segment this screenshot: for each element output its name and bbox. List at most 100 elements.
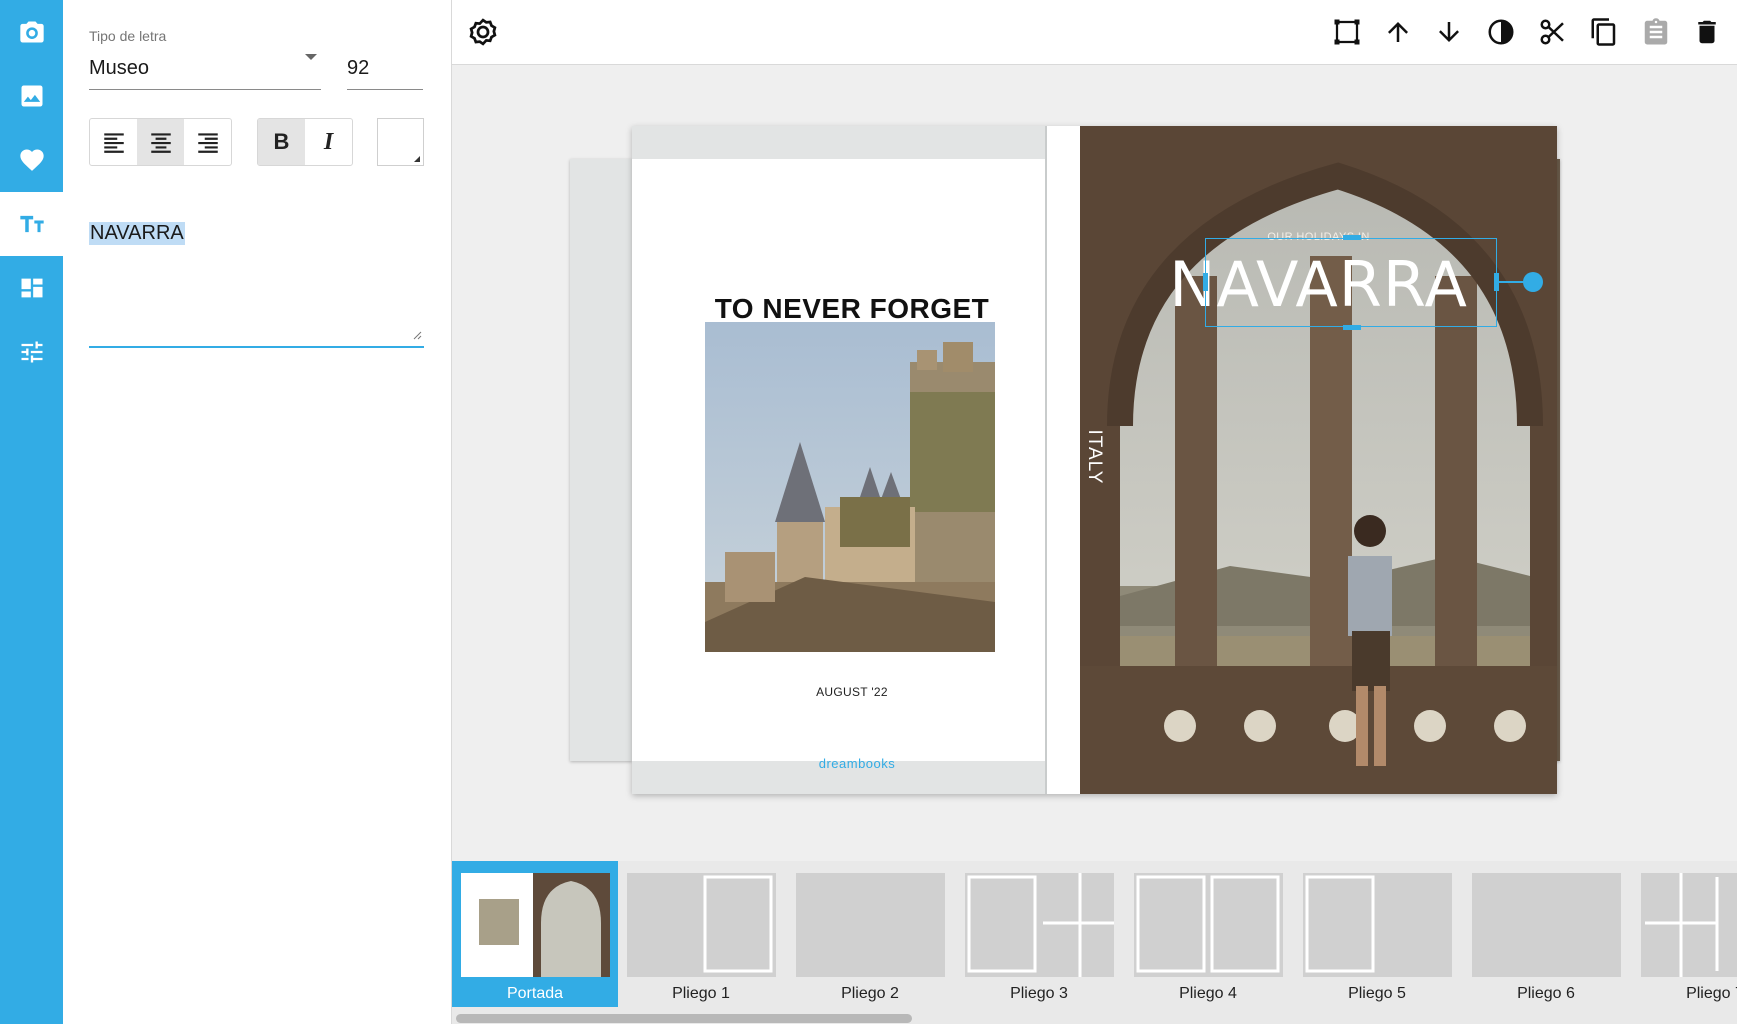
- sliders-icon: [21, 341, 42, 363]
- delete-button[interactable]: [1688, 13, 1726, 51]
- thumb-preview: [965, 873, 1114, 977]
- thumb-label: Pliego 7: [1686, 985, 1737, 1002]
- editor-canvas: TO NEVER FORGET AUGUST '22 dreambooks IT…: [452, 65, 1737, 861]
- align-left-icon: [103, 133, 124, 153]
- tool-rail: [0, 0, 63, 1024]
- editor-toolbar: [452, 0, 1737, 65]
- thumb-preview: [1303, 873, 1452, 977]
- previous-page-edge: [570, 159, 632, 761]
- thumb-label: Pliego 5: [1348, 985, 1406, 1002]
- adjust-tab[interactable]: [0, 320, 63, 384]
- settings-button[interactable]: [464, 13, 502, 51]
- thumb-preview: [627, 873, 776, 977]
- align-left-button[interactable]: [90, 119, 137, 165]
- font-size-input[interactable]: 92: [347, 50, 423, 90]
- arrow-up-icon: [1388, 22, 1408, 42]
- rotate-handle[interactable]: [1523, 272, 1543, 292]
- selection-box[interactable]: [1205, 238, 1497, 327]
- alignment-group: [89, 118, 232, 166]
- thumb-pliego-4[interactable]: Pliego 4: [1125, 861, 1291, 1007]
- thumb-preview: [1134, 873, 1283, 977]
- thumb-label: Pliego 2: [841, 985, 899, 1002]
- castle-photo[interactable]: [705, 322, 995, 652]
- text-tab[interactable]: [0, 192, 63, 256]
- settings-icon: [469, 18, 497, 46]
- resize-handle-icon[interactable]: [412, 330, 422, 340]
- thumb-label: Portada: [506, 985, 564, 1002]
- layout-icon: [21, 278, 42, 298]
- thumb-pliego-7[interactable]: Pliego 7: [1632, 861, 1737, 1007]
- italic-button[interactable]: I: [305, 119, 352, 165]
- dropdown-caret-icon: [305, 54, 317, 60]
- book-spine[interactable]: [1047, 126, 1080, 794]
- resize-handle-bottom[interactable]: [1343, 325, 1361, 330]
- bold-icon: B: [273, 129, 290, 154]
- filmstrip-scrollbar[interactable]: [456, 1014, 912, 1023]
- text-content-field[interactable]: NAVARRA: [89, 206, 424, 348]
- backgrounds-tab[interactable]: [0, 64, 63, 128]
- castle-photo-art: [705, 322, 995, 652]
- resize-handle-left[interactable]: [1203, 273, 1208, 291]
- thumb-pliego-6[interactable]: Pliego 6: [1463, 861, 1629, 1007]
- thumb-label: Pliego 1: [672, 985, 730, 1002]
- arrow-down-icon: [1439, 22, 1459, 42]
- text-content-value: NAVARRA: [89, 222, 185, 245]
- cover-photo-art: [1080, 126, 1557, 794]
- resize-handle-top[interactable]: [1343, 235, 1361, 240]
- copy-icon: [1591, 18, 1616, 46]
- bring-forward-button[interactable]: [1379, 13, 1417, 51]
- font-family-value: Museo: [89, 57, 150, 79]
- fit-frame-button[interactable]: [1328, 13, 1366, 51]
- thumb-portada[interactable]: Portada: [452, 861, 618, 1007]
- paste-icon: [1644, 18, 1668, 45]
- thumb-label: Pliego 6: [1517, 985, 1575, 1002]
- contrast-button[interactable]: [1482, 13, 1520, 51]
- cut-button[interactable]: [1534, 13, 1572, 51]
- thumb-preview: [1641, 873, 1737, 977]
- copy-button[interactable]: [1585, 13, 1623, 51]
- camera-icon: [19, 21, 44, 43]
- text-color-picker[interactable]: [377, 118, 424, 166]
- thumb-pliego-3[interactable]: Pliego 3: [956, 861, 1122, 1007]
- font-family-select[interactable]: Museo: [89, 50, 321, 90]
- align-center-button[interactable]: [137, 119, 184, 165]
- thumb-label: Pliego 4: [1179, 985, 1237, 1002]
- paste-button[interactable]: [1637, 13, 1675, 51]
- send-backward-button[interactable]: [1430, 13, 1468, 51]
- align-center-icon: [150, 133, 171, 153]
- image-icon: [21, 85, 42, 107]
- front-cover-page[interactable]: [1080, 126, 1557, 794]
- layouts-tab[interactable]: [0, 256, 63, 320]
- thumb-label: Pliego 3: [1010, 985, 1068, 1002]
- book-spread: TO NEVER FORGET AUGUST '22 dreambooks IT…: [632, 126, 1557, 794]
- text-icon: [19, 215, 44, 233]
- scissors-icon: [1540, 19, 1564, 45]
- thumb-pliego-2[interactable]: Pliego 2: [787, 861, 953, 1007]
- font-size-value: 92: [347, 57, 370, 79]
- thumb-preview: [461, 873, 610, 977]
- trash-icon: [1698, 20, 1716, 44]
- thumb-pliego-1[interactable]: Pliego 1: [618, 861, 784, 1007]
- thumb-preview: [1472, 873, 1621, 977]
- align-right-icon: [197, 133, 218, 153]
- brand-logo-text: dreambooks: [818, 756, 896, 771]
- thumb-preview: [796, 873, 945, 977]
- text-properties-panel: Tipo de letra Museo 92 B I NAVARRA: [63, 0, 452, 1024]
- spread-filmstrip: Portada Pliego 1 Pliego 2 Pliego 3 Plieg…: [452, 861, 1737, 1024]
- back-cover-title[interactable]: TO NEVER FORGET: [632, 293, 1072, 325]
- back-cover-page[interactable]: TO NEVER FORGET AUGUST '22 dreambooks: [632, 159, 1047, 771]
- heart-icon: [19, 149, 44, 171]
- align-right-button[interactable]: [184, 119, 231, 165]
- photos-tab[interactable]: [0, 0, 63, 64]
- font-label: Tipo de letra: [89, 28, 167, 44]
- contrast-icon: [1488, 19, 1514, 45]
- bold-button[interactable]: B: [258, 119, 305, 165]
- italic-icon: I: [323, 128, 334, 155]
- fit-frame-icon: [1334, 19, 1360, 45]
- spine-text[interactable]: ITALY: [1083, 430, 1105, 485]
- text-style-group: B I: [257, 118, 353, 166]
- thumb-pliego-5[interactable]: Pliego 5: [1294, 861, 1460, 1007]
- stickers-tab[interactable]: [0, 128, 63, 192]
- back-cover-date[interactable]: AUGUST '22: [632, 685, 1072, 699]
- color-picker-corner-icon: [414, 156, 420, 162]
